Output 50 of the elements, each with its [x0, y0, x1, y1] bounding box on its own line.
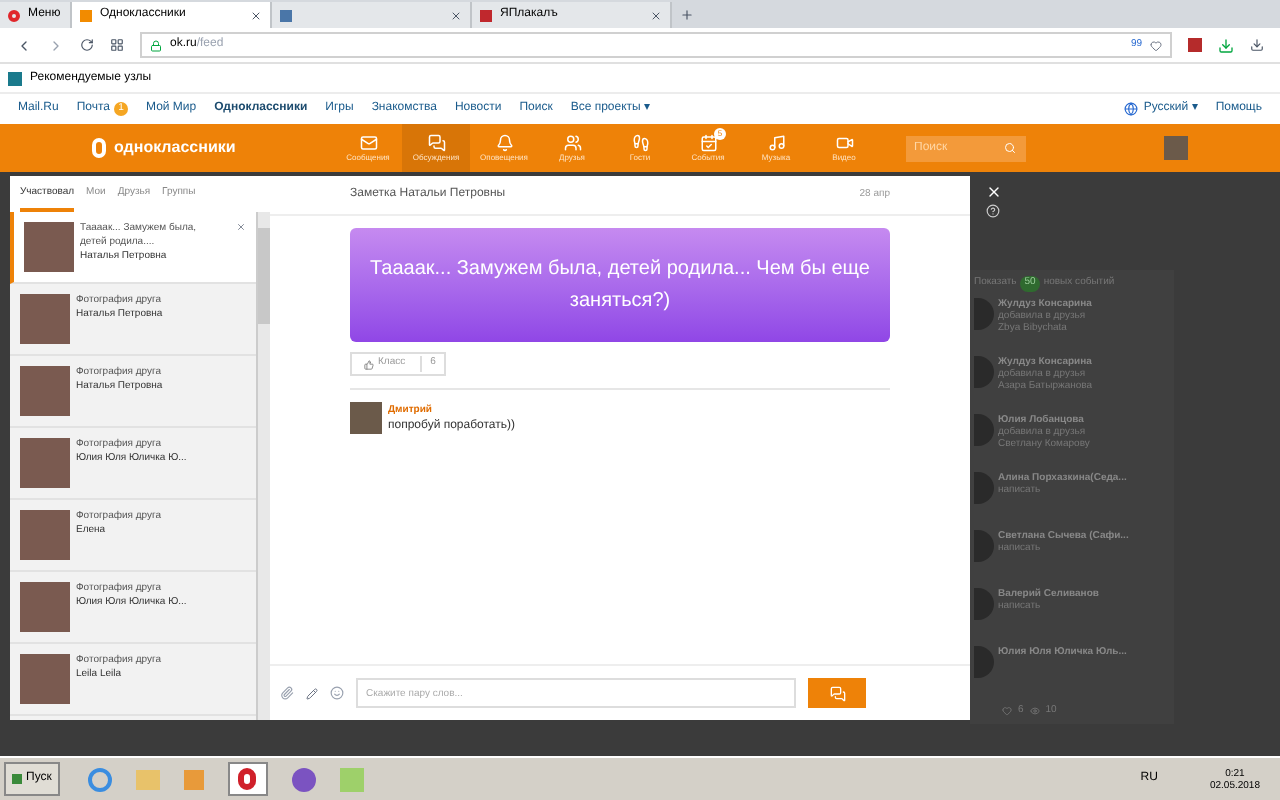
photo-placeholder [20, 294, 70, 344]
pencil-icon[interactable] [306, 687, 318, 699]
download-icon[interactable] [1218, 37, 1234, 53]
grid-icon[interactable] [110, 38, 124, 52]
thumbs-up-icon [364, 359, 374, 369]
nav-icon [835, 133, 853, 151]
reload-icon[interactable] [80, 38, 94, 52]
photo-placeholder [20, 366, 70, 416]
site-logo: одноклассники [114, 136, 238, 160]
logo-icon [8, 9, 20, 21]
nav-icon [699, 133, 717, 151]
forward-icon[interactable] [48, 37, 64, 53]
nav-icon [427, 133, 445, 151]
close-icon[interactable] [450, 9, 462, 21]
avatar-placeholder [350, 402, 382, 434]
nav-icon [767, 133, 785, 151]
photo-placeholder [20, 654, 70, 704]
nav-icon [495, 133, 513, 151]
nav-icon [631, 133, 649, 151]
paperclip-icon[interactable] [280, 686, 294, 700]
heart-icon[interactable] [1150, 39, 1162, 51]
opera-icon[interactable] [227, 762, 268, 796]
search-icon [1004, 142, 1016, 154]
photo-placeholder [20, 510, 70, 560]
photo-placeholder [20, 438, 70, 488]
help-icon[interactable] [986, 204, 1000, 218]
browser-tab[interactable] [272, 2, 472, 28]
logo-icon [92, 138, 106, 158]
favicon-icon [280, 9, 292, 21]
globe-icon [1123, 102, 1138, 116]
favicon-icon [80, 9, 92, 21]
back-icon[interactable] [16, 37, 32, 53]
heart-icon [1002, 705, 1012, 716]
eye-icon [1029, 705, 1040, 716]
nav-icon [359, 133, 377, 151]
photo-placeholder [20, 582, 70, 632]
note-card: Тааaак... Замужем была, детей родила... Чем бы еще заняться?) [350, 228, 890, 342]
photo-placeholder [24, 222, 74, 272]
send-button[interactable] [808, 678, 866, 708]
new-tab-icon[interactable] [680, 8, 694, 22]
nav-icon [563, 133, 581, 151]
favicon-icon [480, 9, 492, 21]
chat-icon [829, 685, 845, 701]
close-icon[interactable] [650, 9, 662, 21]
lock-icon [150, 39, 162, 51]
close-icon[interactable] [250, 9, 262, 21]
scrollbar[interactable] [256, 212, 270, 720]
downloads-icon[interactable] [1250, 38, 1264, 52]
browser-icon[interactable] [87, 767, 112, 791]
smile-icon[interactable] [330, 686, 344, 700]
